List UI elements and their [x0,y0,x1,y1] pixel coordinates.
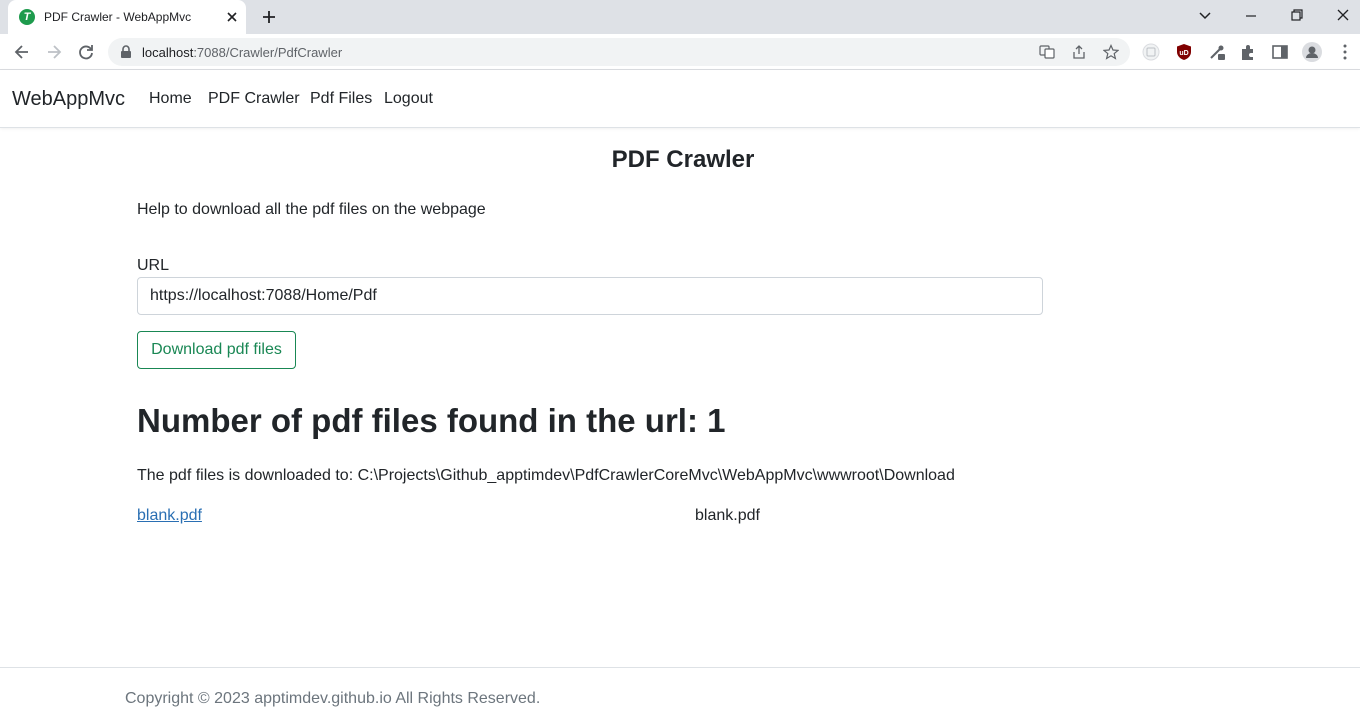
tab-close-icon[interactable] [224,9,240,25]
address-bar[interactable]: localhost:7088/Crawler/PdfCrawler [108,38,1130,66]
close-window-icon[interactable] [1320,0,1360,30]
extensions-puzzle-icon[interactable] [1239,43,1257,61]
download-pdf-files-button[interactable]: Download pdf files [137,331,296,369]
nav-link-pdf-files[interactable]: Pdf Files [310,90,372,108]
ublock-shield-icon[interactable]: uD [1175,43,1193,61]
new-tab-icon[interactable] [259,7,279,27]
browser-tab-strip: T PDF Crawler - WebAppMvc [0,0,1360,34]
extension-placeholder-icon[interactable] [1142,43,1160,61]
nav-link-logout[interactable]: Logout [384,90,433,108]
brand-link[interactable]: WebAppMvc [12,88,125,111]
nav-link-home[interactable]: Home [149,90,192,108]
profile-avatar-icon[interactable] [1302,42,1322,62]
forward-icon[interactable] [44,42,64,62]
help-text: Help to download all the pdf files on th… [137,201,486,218]
download-path-text: The pdf files is downloaded to: C:\Proje… [137,467,955,484]
browser-menu-icon[interactable] [1336,43,1354,61]
lock-icon[interactable] [120,45,132,59]
url-label: URL [137,257,170,274]
copyright-text: Copyright © 2023 apptimdev.github.io All… [125,690,541,707]
site-favicon-icon: T [19,9,35,25]
side-panel-icon[interactable] [1271,43,1289,61]
nav-link-pdf-crawler[interactable]: PDF Crawler [208,90,300,108]
bookmark-star-icon[interactable] [1103,44,1119,60]
svg-text:uD: uD [1179,50,1188,57]
address-bar-url[interactable]: localhost:7088/Crawler/PdfCrawler [142,45,342,60]
page-title: PDF Crawler [611,146,755,173]
site-navbar: WebAppMvc Home PDF Crawler Pdf Files Log… [0,70,1360,128]
back-icon[interactable] [12,42,32,62]
url-input[interactable] [137,277,1043,315]
minimize-icon[interactable] [1228,0,1274,30]
eyedropper-extension-icon[interactable] [1208,43,1226,61]
tab-search-icon[interactable] [1182,0,1228,30]
restore-icon[interactable] [1274,0,1320,30]
pdf-file-name: blank.pdf [695,507,760,524]
tab-title: PDF Crawler - WebAppMvc [44,10,192,24]
reload-icon[interactable] [76,42,96,62]
share-icon[interactable] [1071,44,1087,60]
pdf-file-link[interactable]: blank.pdf [137,507,202,525]
browser-toolbar: localhost:7088/Crawler/PdfCrawler uD [0,34,1360,70]
footer: Copyright © 2023 apptimdev.github.io All… [0,667,1360,722]
pdf-count-heading: Number of pdf files found in the url: 1 [137,402,726,439]
translate-icon[interactable] [1039,44,1055,60]
browser-tab[interactable]: T PDF Crawler - WebAppMvc [8,0,246,34]
